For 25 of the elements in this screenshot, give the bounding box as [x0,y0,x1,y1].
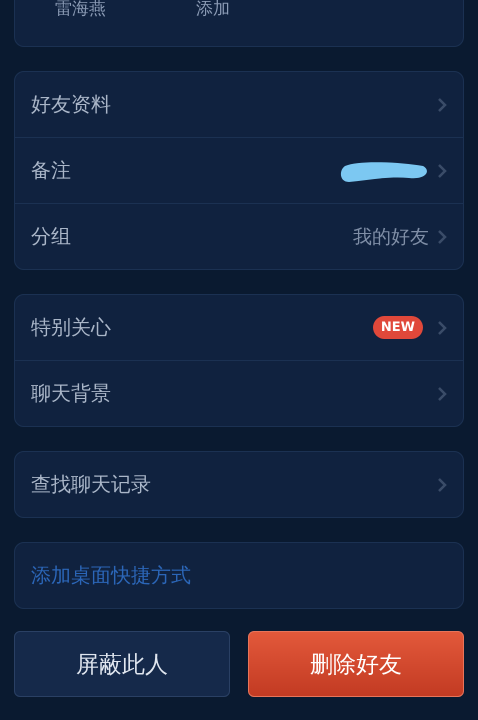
profile-text: 添加 [196,0,230,18]
settings-row[interactable]: 特别关心 NEW [15,295,463,360]
block-button[interactable]: 屏蔽此人 [14,631,230,697]
chevron-icon [437,476,447,492]
chevron-icon [437,228,447,244]
settings-row[interactable]: 好友资料 [15,72,463,137]
delete-button[interactable]: 删除好友 [248,631,464,697]
row-label: 特别关心 [31,314,112,341]
settings-row[interactable]: 查找聊天记录 [15,452,463,517]
row-label: 聊天背景 [31,380,112,407]
row-label: 分组 [31,223,72,250]
profile-text: 雷海燕 [55,0,106,18]
row-label: 查找聊天记录 [31,471,152,498]
row-label: 好友资料 [31,91,112,118]
row-label: 添加桌面快捷方式 [31,562,192,589]
settings-row[interactable]: 分组 我的好友 [15,203,463,269]
row-value: 我的好友 [353,224,429,250]
settings-row[interactable]: 聊天背景 [15,360,463,426]
chevron-icon [437,96,447,112]
chevron-icon [437,162,447,178]
settings-row[interactable]: 备注 [15,137,463,203]
chevron-icon [437,320,447,336]
chevron-icon [437,386,447,402]
new-badge: NEW [372,316,423,339]
row-label: 备注 [31,157,72,184]
